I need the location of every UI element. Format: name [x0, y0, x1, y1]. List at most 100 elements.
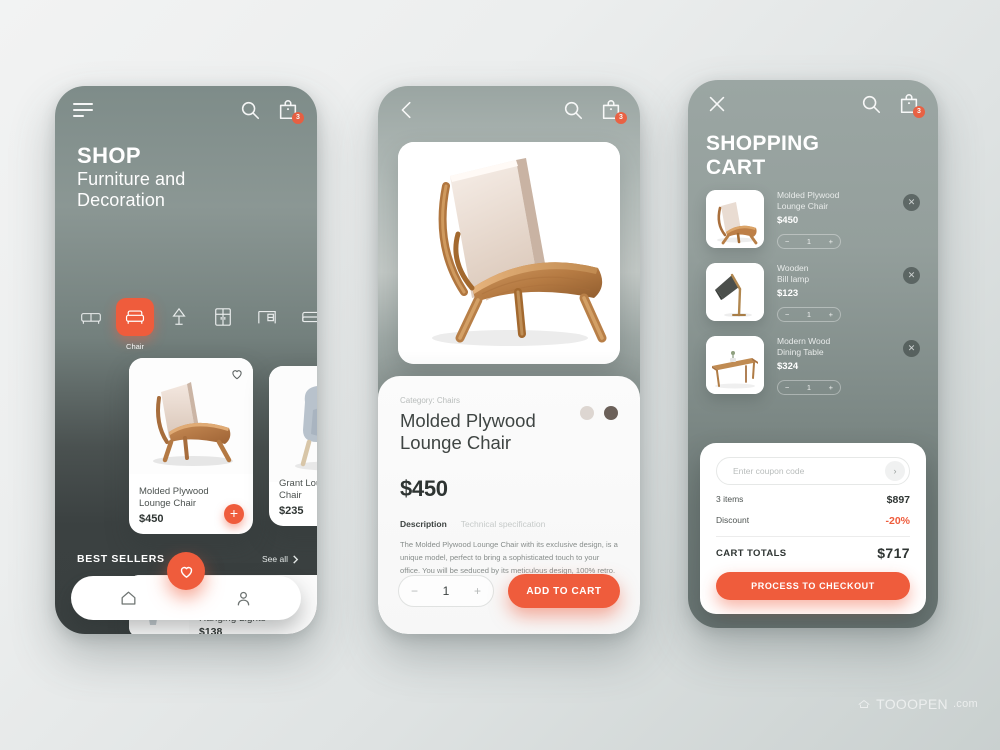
chevron-right-icon: [293, 554, 299, 564]
remove-item-button[interactable]: ✕: [903, 194, 920, 211]
coupon-field[interactable]: ›: [716, 457, 910, 485]
beige-swatch[interactable]: [580, 406, 594, 420]
tab-description[interactable]: Description: [400, 519, 447, 529]
add-to-cart-button[interactable]: ADD TO CART: [508, 574, 620, 608]
quantity-decrement[interactable]: −: [785, 237, 789, 246]
category-lamp[interactable]: [157, 298, 201, 336]
product-price: $235: [279, 505, 304, 517]
quantity-decrement[interactable]: −: [785, 383, 789, 392]
cart-item-quantity-stepper[interactable]: − 1 +: [777, 307, 841, 323]
page-title: SHOPPING CART: [706, 132, 819, 180]
nav-profile[interactable]: [186, 589, 301, 608]
shopping-bag-icon[interactable]: 3: [277, 99, 304, 124]
cart-item-body: Molded Plywood Lounge Chair $450 − 1 +: [764, 190, 920, 250]
items-value: $897: [886, 494, 910, 506]
product-image: [269, 366, 317, 482]
search-icon[interactable]: [860, 93, 882, 115]
coupon-input[interactable]: [733, 466, 885, 476]
detail-action-bar: − 1 + ADD TO CART: [398, 574, 620, 608]
cart-item-quantity-stepper[interactable]: − 1 +: [777, 380, 841, 396]
summary-row-items: 3 items $897: [716, 494, 910, 506]
see-all-label: See all: [262, 554, 288, 564]
see-all-link[interactable]: See all: [262, 554, 299, 564]
quantity-value: 1: [442, 584, 450, 598]
shop-title-block: SHOP Furniture and Decoration: [77, 143, 186, 211]
page-subtitle-line2: Decoration: [77, 189, 166, 210]
quantity-decrement[interactable]: −: [411, 584, 418, 598]
shopping-bag-icon[interactable]: 3: [600, 99, 627, 124]
shopping-bag-icon[interactable]: 3: [898, 93, 925, 118]
favorite-heart-icon[interactable]: [230, 367, 244, 381]
quantity-decrement[interactable]: −: [785, 310, 789, 319]
cart-badge-count: 3: [913, 106, 925, 118]
heart-icon: [180, 566, 192, 578]
product-name-line1: Grant Lounge: [279, 477, 317, 489]
watermark: TOOOPEN .com: [857, 696, 978, 712]
watermark-suffix: .com: [952, 698, 978, 710]
quantity-increment[interactable]: +: [474, 584, 481, 598]
total-value: $717: [877, 545, 910, 561]
cart-badge-count: 3: [615, 112, 627, 124]
cloud-home-icon: [858, 700, 870, 708]
search-icon[interactable]: [562, 99, 584, 121]
close-icon[interactable]: [706, 93, 728, 115]
category-sofa[interactable]: [69, 298, 113, 336]
add-to-cart-button[interactable]: +: [224, 504, 244, 524]
remove-item-button[interactable]: ✕: [903, 267, 920, 285]
phone-screen-cart: 3 SHOPPING CART Molded Plywood Lounge Ch…: [688, 80, 938, 628]
wardrobe-icon: [204, 298, 242, 336]
cart-item: Wooden Bill lamp $123 − 1 + ✕: [706, 263, 920, 323]
tab-technical-specification[interactable]: Technical specification: [461, 519, 546, 529]
search-icon[interactable]: [239, 99, 261, 121]
category-wardrobe[interactable]: [201, 298, 245, 336]
detail-topbar: 3: [378, 86, 640, 134]
cart-item-price: $123: [777, 288, 799, 300]
cart-item-body: Wooden Bill lamp $123 − 1 +: [764, 263, 920, 323]
quantity-increment[interactable]: +: [829, 310, 833, 319]
category-filter-row: Chair: [69, 298, 317, 351]
armchair-icon: [116, 298, 154, 336]
category-bed[interactable]: [289, 298, 317, 336]
category-desk[interactable]: [245, 298, 289, 336]
user-icon: [237, 591, 250, 605]
favorites-fab[interactable]: [167, 552, 205, 590]
quantity-increment[interactable]: +: [829, 237, 833, 246]
summary-row-total: CART TOTALS $717: [716, 545, 910, 561]
dark-swatch[interactable]: [604, 406, 618, 420]
quantity-stepper[interactable]: − 1 +: [398, 575, 494, 607]
page-title-line1: SHOPPING: [706, 132, 820, 155]
cart-item-price: $324: [777, 361, 799, 373]
discount-value: -20%: [885, 515, 910, 527]
phone-screen-shop: 3 SHOP Furniture and Decoration Chair Mo…: [55, 86, 317, 634]
floor-lamp-icon: [160, 298, 198, 336]
cart-item-image: [706, 336, 764, 395]
cart-item-price: $450: [777, 215, 799, 227]
product-card[interactable]: Molded Plywood Lounge Chair $450 +: [129, 358, 253, 534]
watermark-brand: TOOOPEN: [876, 696, 948, 712]
nav-home[interactable]: [71, 589, 186, 608]
cart-item-name-line2: Lounge Chair: [777, 201, 829, 212]
shop-topbar: 3: [55, 86, 317, 134]
coupon-submit-button[interactable]: ›: [885, 461, 905, 481]
cart-item-name-line1: Molded Plywood: [777, 190, 840, 200]
product-hero-image[interactable]: [398, 142, 620, 364]
cart-item-image: [706, 190, 764, 248]
product-name-line1: Molded Plywood: [139, 485, 209, 497]
quantity-value: 1: [806, 383, 812, 393]
detail-tabs: Description Technical specification: [400, 519, 545, 529]
hamburger-icon[interactable]: [73, 103, 93, 117]
product-card[interactable]: Grant Lounge Chair $235: [269, 366, 317, 526]
sofa-icon: [72, 298, 110, 336]
best-sellers-title: BEST SELLERS: [77, 553, 165, 565]
cart-item-name-line1: Wooden: [777, 263, 809, 274]
category-chair[interactable]: Chair: [113, 298, 157, 351]
chevron-left-icon[interactable]: [396, 99, 418, 121]
product-category: Category: Chairs: [400, 396, 461, 405]
cart-badge-count: 3: [292, 112, 304, 124]
quantity-increment[interactable]: +: [829, 383, 833, 392]
page-subtitle-line1: Furniture and: [77, 168, 186, 189]
discount-label: Discount: [716, 515, 750, 525]
checkout-button[interactable]: PROCESS TO CHECKOUT: [716, 572, 910, 600]
cart-item-quantity-stepper[interactable]: − 1 +: [777, 234, 841, 250]
page-title-line2: CART: [706, 155, 766, 179]
